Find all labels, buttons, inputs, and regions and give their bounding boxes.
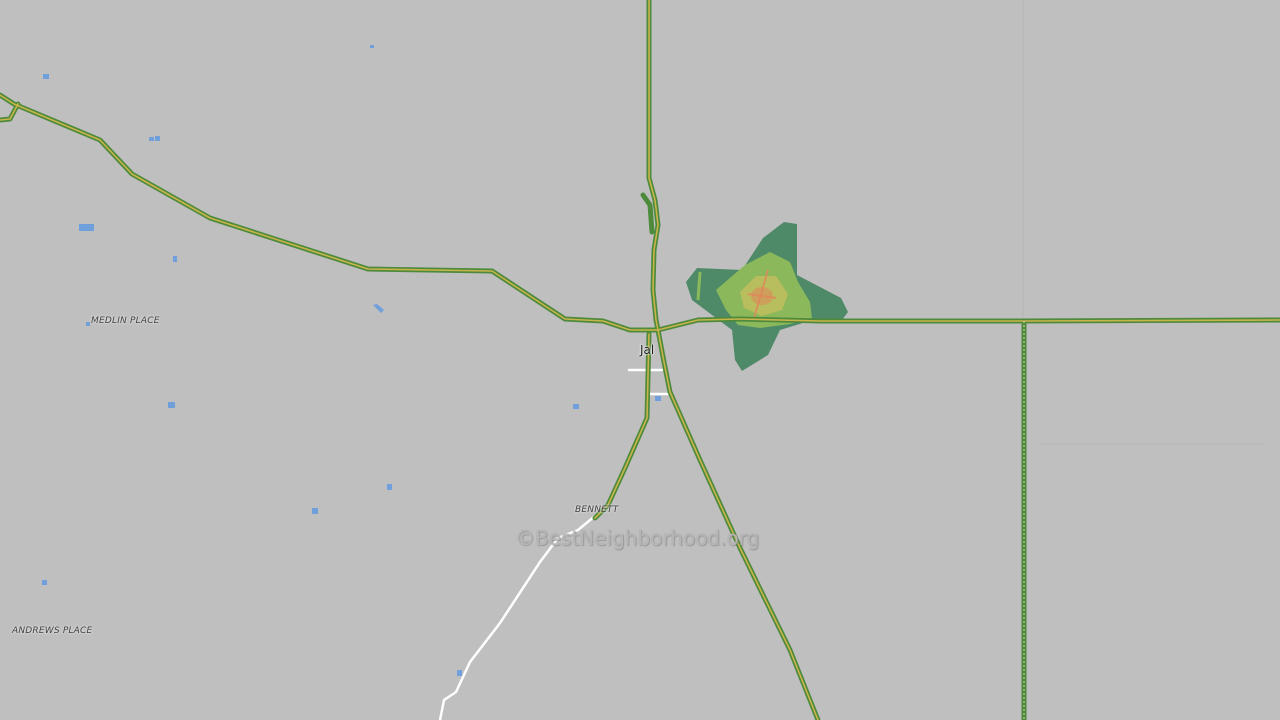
water-body	[42, 580, 47, 585]
highway	[592, 331, 652, 521]
highway	[0, 92, 661, 333]
water-body	[79, 224, 94, 231]
water-body	[373, 304, 384, 313]
highway	[657, 329, 819, 720]
map-canvas[interactable]	[0, 0, 1280, 720]
water-body	[168, 402, 175, 408]
highway	[0, 94, 659, 331]
highway-spur	[0, 101, 21, 123]
highways-fill	[0, 0, 1280, 720]
water-body	[370, 45, 374, 48]
water-features	[42, 45, 661, 676]
water-body	[457, 670, 462, 676]
water-body	[573, 404, 579, 409]
water-body	[86, 322, 90, 326]
heatmap-edge	[696, 271, 702, 301]
highway-spur	[640, 192, 655, 235]
heatmap-area	[686, 222, 848, 371]
local-road	[438, 514, 597, 720]
water-body	[655, 396, 661, 401]
water-body	[312, 508, 318, 514]
map-view[interactable]: MEDLIN PLACE BENNETT ANDREWS PLACE Jal ©…	[0, 0, 1280, 720]
water-body	[173, 256, 177, 262]
local-roads	[438, 368, 670, 720]
water-body	[149, 137, 154, 141]
water-body	[43, 74, 49, 79]
water-body	[155, 136, 160, 141]
water-body	[387, 484, 392, 490]
highways-casing	[0, 0, 1280, 720]
